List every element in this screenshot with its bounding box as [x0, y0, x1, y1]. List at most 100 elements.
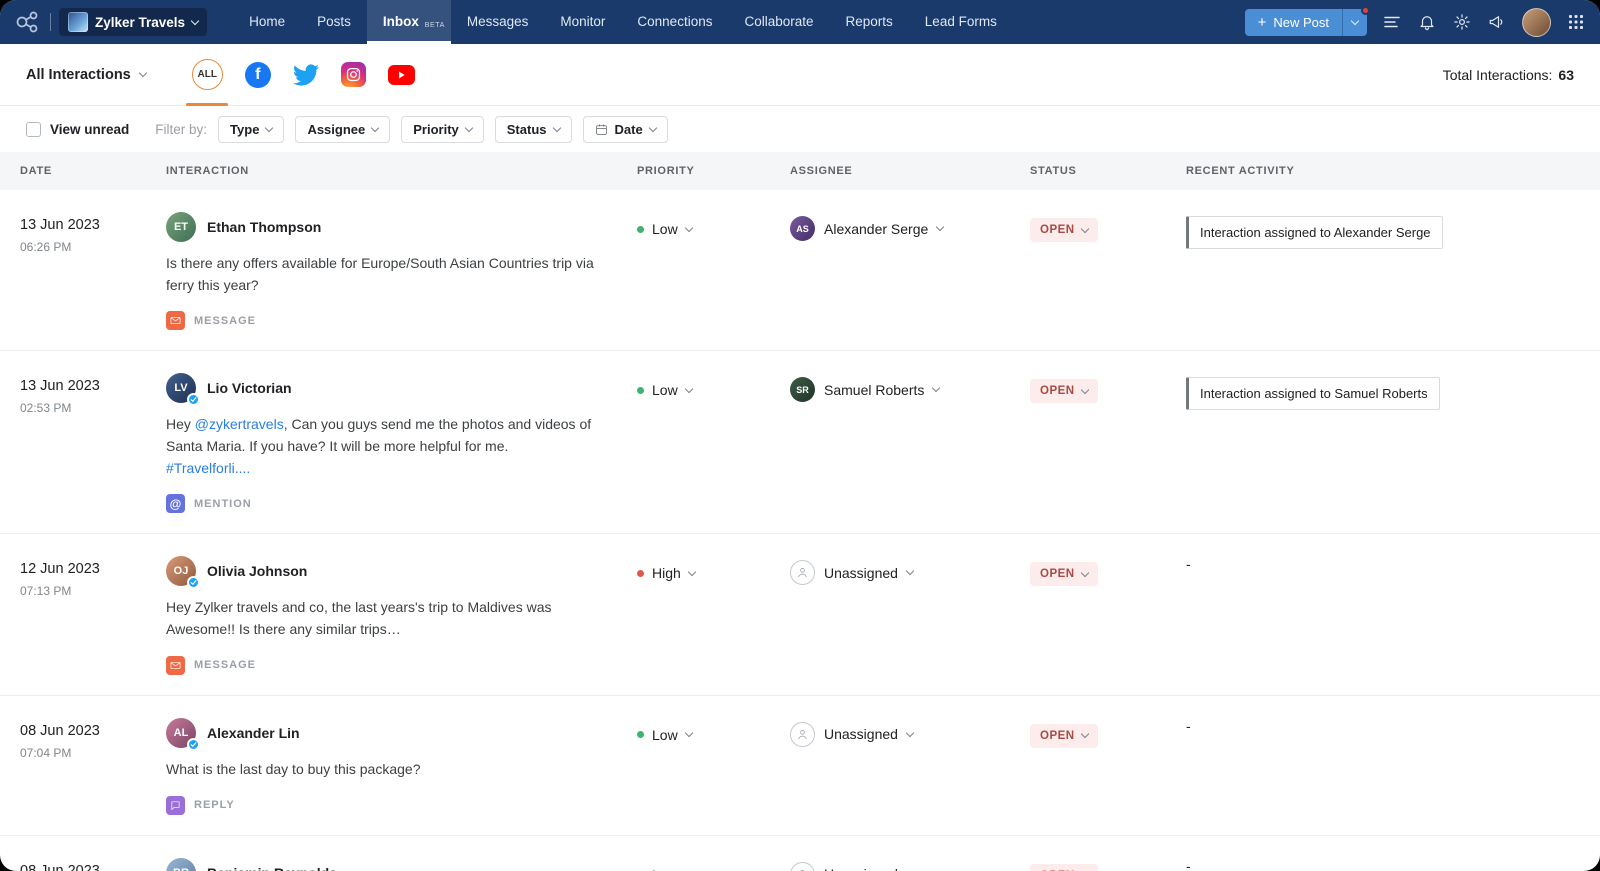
priority-label: Low [652, 382, 678, 398]
date-filter-label: Date [615, 122, 643, 137]
nav-inbox[interactable]: Inbox BETA [367, 0, 451, 44]
priority-dropdown[interactable]: Low [637, 382, 790, 398]
unassigned-person-icon [790, 560, 815, 585]
col-date: DATE [20, 165, 166, 177]
status-dropdown[interactable]: OPEN [1030, 379, 1098, 403]
user-name[interactable]: Benjamin Reynolds [207, 865, 337, 871]
nav-home[interactable]: Home [233, 0, 301, 44]
interaction-date: 12 Jun 2023 [20, 561, 166, 577]
type-label: MESSAGE [194, 659, 256, 671]
all-interactions-dropdown[interactable]: All Interactions [26, 67, 146, 83]
table-row[interactable]: 08 Jun 2023 07:04 PM AL Alexander Lin Wh… [0, 696, 1600, 836]
interaction-message: Hey @zykertravels, Can you guys send me … [166, 414, 606, 479]
unassigned-person-icon [790, 862, 815, 871]
activity-cell: - [1186, 858, 1580, 871]
status-cell: OPEN [1030, 718, 1186, 748]
status-dropdown[interactable]: OPEN [1030, 562, 1098, 586]
status-dropdown[interactable]: OPEN [1030, 218, 1098, 242]
user-name[interactable]: Ethan Thompson [207, 219, 321, 235]
channel-facebook[interactable]: f [245, 44, 271, 105]
table-row[interactable]: 13 Jun 2023 06:26 PM ET Ethan Thompson I… [0, 190, 1600, 351]
main-nav: Home Posts Inbox BETA Messages Monitor C… [233, 0, 1013, 44]
status-filter-dropdown[interactable]: Status [495, 116, 572, 143]
interaction-time: 07:13 PM [20, 584, 166, 598]
assignee-dropdown[interactable]: Unassigned [790, 560, 1030, 585]
nav-messages[interactable]: Messages [451, 0, 545, 44]
filter-bar: View unread Filter by: Type Assignee Pri… [0, 106, 1600, 152]
user-avatar: OJ [166, 556, 196, 586]
priority-low-dot [637, 731, 644, 738]
verified-badge-icon [187, 393, 200, 406]
priority-dropdown[interactable]: Low [637, 867, 790, 871]
table-row[interactable]: 13 Jun 2023 02:53 PM LV Lio Victorian He… [0, 351, 1600, 534]
interactions-toolbar: All Interactions ALL f [0, 44, 1600, 106]
chevron-down-icon [191, 16, 199, 24]
nav-posts[interactable]: Posts [301, 0, 367, 44]
channel-all[interactable]: ALL [192, 44, 223, 105]
interaction-date: 08 Jun 2023 [20, 723, 166, 739]
date-cell: 08 Jun 2023 07:04 PM [20, 718, 166, 760]
status-dropdown[interactable]: OPEN [1030, 724, 1098, 748]
chevron-down-icon [552, 123, 560, 131]
nav-lead-forms[interactable]: Lead Forms [909, 0, 1013, 44]
brand-selector[interactable]: Zylker Travels [59, 8, 207, 36]
view-unread-checkbox[interactable] [26, 122, 41, 137]
unassigned-person-icon [790, 722, 815, 747]
nav-reports[interactable]: Reports [830, 0, 909, 44]
profile-avatar[interactable] [1522, 8, 1551, 37]
assignee-dropdown[interactable]: Unassigned [790, 722, 1030, 747]
mention-link[interactable]: @zykertravels [195, 416, 284, 432]
priority-filter-dropdown[interactable]: Priority [401, 116, 484, 143]
list-icon[interactable] [1382, 12, 1402, 32]
chevron-down-icon [684, 385, 692, 393]
table-row[interactable]: 12 Jun 2023 07:13 PM OJ Olivia Johnson H… [0, 534, 1600, 695]
interaction-cell: AL Alexander Lin What is the last day to… [166, 718, 637, 815]
assignee-name: Unassigned [824, 866, 898, 871]
channel-youtube[interactable] [388, 44, 415, 105]
apps-grid-icon[interactable] [1566, 12, 1586, 32]
user-name[interactable]: Olivia Johnson [207, 563, 307, 579]
chevron-down-icon [1080, 386, 1088, 394]
assignee-dropdown[interactable]: AS Alexander Serge [790, 216, 1030, 241]
priority-dropdown[interactable]: High [637, 565, 790, 581]
bell-icon[interactable] [1417, 12, 1437, 32]
nav-monitor[interactable]: Monitor [544, 0, 621, 44]
youtube-icon [388, 65, 415, 85]
col-priority: PRIORITY [637, 165, 790, 177]
chevron-down-icon [906, 567, 914, 575]
table-row[interactable]: 08 Jun 2023 07:02 PM BR Benjamin Reynold… [0, 836, 1600, 871]
type-filter-dropdown[interactable]: Type [218, 116, 284, 143]
new-post-button[interactable]: New Post [1245, 9, 1367, 36]
priority-label: Low [652, 221, 678, 237]
megaphone-icon[interactable] [1487, 12, 1507, 32]
priority-dropdown[interactable]: Low [637, 727, 790, 743]
priority-label: Low [652, 727, 678, 743]
brand-logo-thumb [68, 12, 88, 32]
user-name[interactable]: Lio Victorian [207, 380, 292, 396]
status-dropdown[interactable]: OPEN [1030, 864, 1098, 871]
hashtag-link[interactable]: #Travelforli.... [166, 460, 250, 476]
col-assignee: ASSIGNEE [790, 165, 1030, 177]
gear-icon[interactable] [1452, 12, 1472, 32]
assignee-dropdown[interactable]: SR Samuel Roberts [790, 377, 1030, 402]
user-name[interactable]: Alexander Lin [207, 725, 300, 741]
recent-activity: Interaction assigned to Alexander Serge [1186, 216, 1443, 249]
date-filter-dropdown[interactable]: Date [583, 116, 668, 143]
channel-twitter[interactable] [293, 44, 319, 105]
interaction-type: MESSAGE [166, 311, 637, 330]
assignee-filter-dropdown[interactable]: Assignee [295, 116, 390, 143]
plus-icon [1258, 15, 1267, 30]
interaction-time: 07:04 PM [20, 746, 166, 760]
nav-connections[interactable]: Connections [621, 0, 728, 44]
chevron-down-icon [1080, 730, 1088, 738]
all-interactions-label: All Interactions [26, 67, 131, 83]
reply-icon [166, 796, 185, 815]
total-interactions-value: 63 [1558, 67, 1574, 83]
chevron-down-icon [648, 123, 656, 131]
channel-instagram[interactable] [341, 44, 366, 105]
view-unread-label: View unread [50, 122, 129, 137]
nav-collaborate[interactable]: Collaborate [728, 0, 829, 44]
assignee-dropdown[interactable]: Unassigned [790, 862, 1030, 871]
priority-dropdown[interactable]: Low [637, 221, 790, 237]
nav-inbox-label: Inbox [383, 14, 419, 29]
